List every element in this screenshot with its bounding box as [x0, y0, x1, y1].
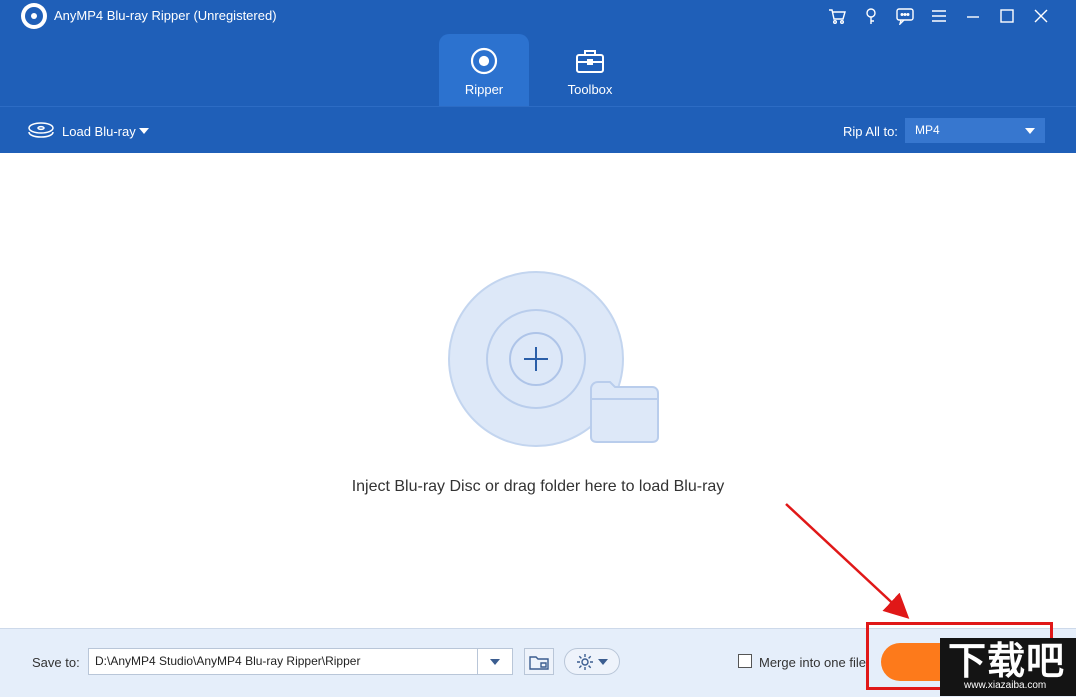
maximize-icon[interactable]: [990, 4, 1024, 28]
key-icon[interactable]: [854, 4, 888, 28]
menu-icon[interactable]: [922, 4, 956, 28]
merge-label: Merge into one file: [759, 655, 866, 670]
watermark-url: www.xiazaiba.com: [964, 680, 1047, 691]
save-to-label: Save to:: [32, 655, 80, 670]
gear-icon: [577, 653, 593, 670]
app-logo-icon: [21, 3, 47, 29]
title-bar: AnyMP4 Blu-ray Ripper (Unregistered) Rip…: [0, 0, 1076, 106]
settings-button[interactable]: [564, 648, 620, 675]
save-path-dropdown[interactable]: [477, 649, 512, 674]
tab-toolbox-label: Toolbox: [567, 82, 613, 97]
disc-icon: [470, 47, 498, 75]
drop-area[interactable]: Inject Blu-ray Disc or drag folder here …: [0, 153, 1076, 628]
window-title: AnyMP4 Blu-ray Ripper (Unregistered): [54, 8, 277, 23]
merge-checkbox[interactable]: [738, 654, 752, 668]
window-controls: [820, 4, 1058, 28]
chevron-down-icon: [1025, 128, 1035, 134]
chevron-down-icon: [490, 658, 500, 665]
toolbox-icon: [576, 50, 604, 73]
red-arrow-annotation: [785, 503, 910, 619]
close-icon[interactable]: [1024, 4, 1058, 28]
drop-hint-text: Inject Blu-ray Disc or drag folder here …: [351, 478, 725, 495]
tab-toolbox[interactable]: Toolbox: [545, 34, 635, 106]
cart-icon[interactable]: [820, 4, 854, 28]
save-path-field[interactable]: D:\AnyMP4 Studio\AnyMP4 Blu-ray Ripper\R…: [88, 648, 513, 675]
watermark-text: 下载吧: [948, 639, 1066, 683]
save-path-value: D:\AnyMP4 Studio\AnyMP4 Blu-ray Ripper\R…: [95, 654, 361, 668]
minimize-icon[interactable]: [956, 4, 990, 28]
chat-icon[interactable]: [888, 4, 922, 28]
tab-ripper[interactable]: Ripper: [439, 34, 529, 106]
watermark-logo: 下载吧 www.xiazaiba.com: [940, 638, 1076, 696]
bluray-disc-icon[interactable]: [27, 121, 55, 139]
add-disc-icon[interactable]: [448, 271, 662, 447]
output-format-value: MP4: [915, 123, 940, 137]
load-bluray-button[interactable]: Load Blu-ray: [62, 124, 136, 139]
tab-ripper-label: Ripper: [464, 82, 504, 97]
open-folder-button[interactable]: [524, 648, 554, 675]
folder-icon: [529, 655, 549, 670]
chevron-down-icon[interactable]: [139, 127, 149, 135]
output-format-select[interactable]: MP4: [905, 118, 1045, 143]
chevron-down-icon: [598, 658, 608, 665]
toolbar: Load Blu-ray Rip All to: MP4: [0, 106, 1076, 154]
rip-all-label: Rip All to:: [843, 124, 898, 139]
